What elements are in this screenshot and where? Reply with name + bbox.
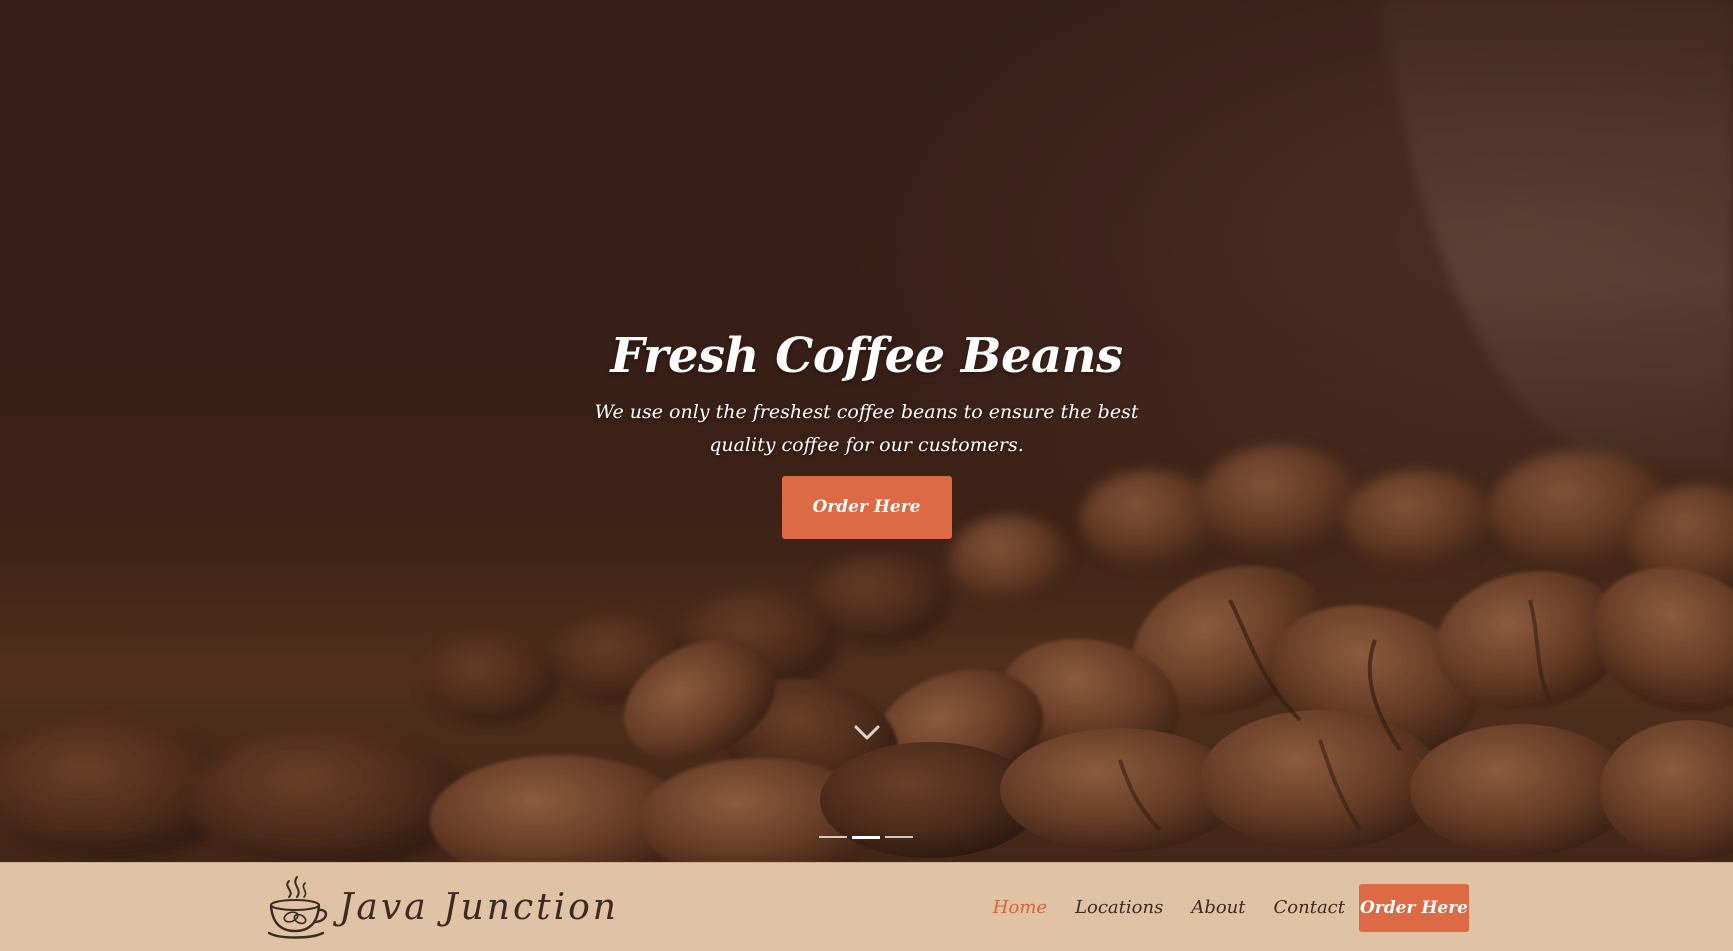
hero-order-button[interactable]: Order Here — [781, 476, 952, 539]
brand-name: Java Junction — [339, 887, 619, 928]
nav-links: Home Locations About Contact Order Here — [965, 884, 1469, 932]
chevron-down-icon[interactable] — [853, 722, 881, 744]
hero-title: Fresh Coffee Beans — [610, 328, 1123, 384]
main-navbar: Java Junction Home Locations About Conta… — [0, 862, 1733, 951]
brand-logo[interactable]: Java Junction — [267, 873, 619, 943]
slider-indicators — [819, 836, 913, 839]
slider-indicator-2[interactable] — [852, 836, 880, 839]
nav-link-locations[interactable]: Locations — [1075, 884, 1163, 932]
nav-link-contact[interactable]: Contact — [1274, 884, 1345, 932]
hero-content: Fresh Coffee Beans We use only the fresh… — [0, 322, 1733, 539]
nav-link-home[interactable]: Home — [993, 884, 1047, 932]
coffee-cup-icon — [267, 876, 328, 939]
slider-indicator-1[interactable] — [819, 836, 847, 838]
hero-subtitle: We use only the freshest coffee beans to… — [594, 401, 1139, 456]
slider-indicator-3[interactable] — [885, 836, 913, 838]
hero-banner: Fresh Coffee Beans We use only the fresh… — [0, 0, 1733, 862]
nav-link-about[interactable]: About — [1191, 884, 1245, 932]
nav-order-button[interactable]: Order Here — [1359, 884, 1469, 932]
